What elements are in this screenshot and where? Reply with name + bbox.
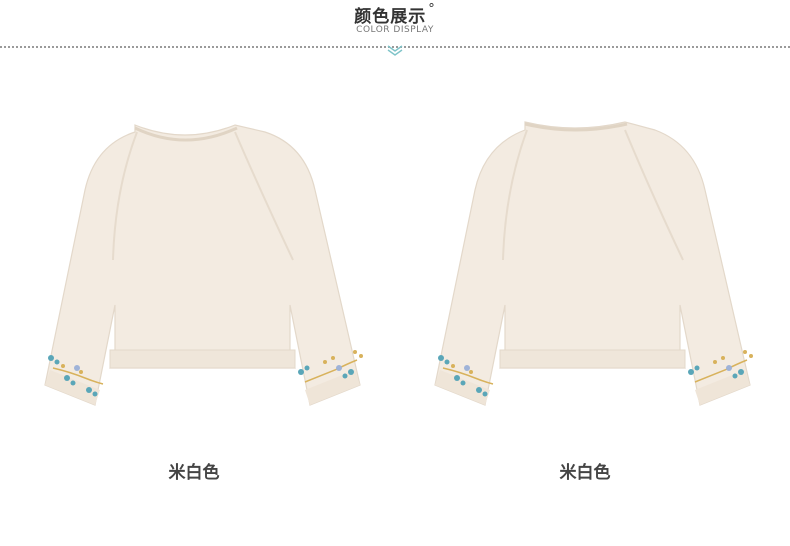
sweater-back-illustration xyxy=(434,121,753,406)
sweater-front-illustration xyxy=(44,124,363,406)
color-label-front: 米白色 xyxy=(168,463,220,483)
section-header: 颜色展示 ° COLOR DISPLAY xyxy=(0,0,790,62)
section-title-text: 颜色展示 xyxy=(354,7,427,27)
section-subtitle: COLOR DISPLAY xyxy=(356,25,434,35)
color-label-back: 米白色 xyxy=(559,463,611,483)
title-degree-mark: ° xyxy=(428,2,436,17)
section-title: 颜色展示 ° xyxy=(0,2,790,27)
product-image-back xyxy=(405,100,765,440)
chevron-down-icon xyxy=(387,45,403,56)
product-image-front xyxy=(15,100,375,440)
